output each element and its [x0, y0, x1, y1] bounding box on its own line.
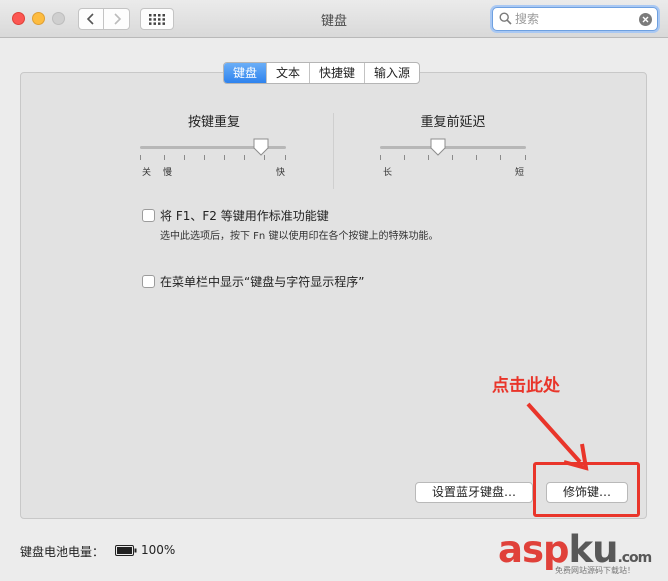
clear-search-icon[interactable] — [639, 13, 652, 26]
battery-icon — [115, 545, 137, 556]
slider-divider — [333, 113, 334, 189]
delay-repeat-short-label: 短 — [515, 168, 525, 178]
battery-level-label: 键盘电池电量： — [20, 545, 105, 559]
delay-repeat-title: 重复前延迟 — [420, 115, 486, 130]
key-repeat-title: 按键重复 — [187, 115, 240, 130]
setup-bluetooth-keyboard-button[interactable]: 设置蓝牙键盘… — [415, 482, 533, 503]
delay-repeat-tick — [500, 155, 501, 160]
key-repeat-tick — [204, 155, 205, 160]
key-repeat-tick — [224, 155, 225, 160]
key-repeat-fast-label: 快 — [276, 168, 286, 178]
modifier-keys-button[interactable]: 修饰键… — [546, 482, 628, 503]
delay-repeat-tick — [404, 155, 405, 160]
delay-repeat-long-label: 长 — [383, 168, 393, 178]
key-repeat-tick — [140, 155, 141, 160]
key-repeat-off-label: 关 — [142, 168, 152, 178]
tab-text[interactable]: 文本 — [267, 63, 311, 83]
delay-repeat-slider-thumb[interactable] — [430, 138, 446, 156]
key-repeat-tick — [184, 155, 185, 160]
delay-repeat-tick — [525, 155, 526, 160]
delay-repeat-tick — [452, 155, 453, 160]
key-repeat-slider-thumb[interactable] — [253, 138, 269, 156]
key-repeat-tick — [244, 155, 245, 160]
search-input[interactable] — [515, 10, 633, 28]
delay-repeat-track[interactable] — [380, 146, 526, 149]
tab-shortcuts[interactable]: 快捷键 — [310, 63, 366, 83]
delay-repeat-tick — [428, 155, 429, 160]
key-repeat-tick — [164, 155, 165, 160]
search-field[interactable] — [492, 7, 658, 31]
fn-keys-description: 选中此选项后，按下 Fn 键以使用印在各个按键上的特殊功能。 — [160, 231, 439, 242]
key-repeat-tick — [285, 155, 286, 160]
menu-bar-viewer-label: 在菜单栏中显示“键盘与字符显示程序” — [160, 275, 365, 289]
tab-input-sources[interactable]: 输入源 — [365, 63, 419, 83]
annotation-text: 点击此处 — [492, 376, 560, 396]
watermark-subtitle: 免费网站源码下载站！ — [555, 566, 635, 575]
tab-bar: 键盘 文本 快捷键 输入源 — [223, 62, 421, 84]
search-icon — [499, 12, 512, 25]
menu-bar-viewer-checkbox[interactable] — [142, 275, 155, 288]
title-bar: 键盘 — [0, 0, 668, 38]
delay-repeat-tick — [476, 155, 477, 160]
fn-keys-label: 将 F1、F2 等键用作标准功能键 — [160, 209, 329, 223]
battery-percent: 100% — [141, 543, 176, 557]
fn-keys-checkbox[interactable] — [142, 209, 155, 222]
delay-repeat-tick — [380, 155, 381, 160]
key-repeat-slow-label: 慢 — [163, 168, 173, 178]
watermark-suffix: .com — [617, 550, 652, 566]
tab-keyboard[interactable]: 键盘 — [224, 63, 268, 83]
